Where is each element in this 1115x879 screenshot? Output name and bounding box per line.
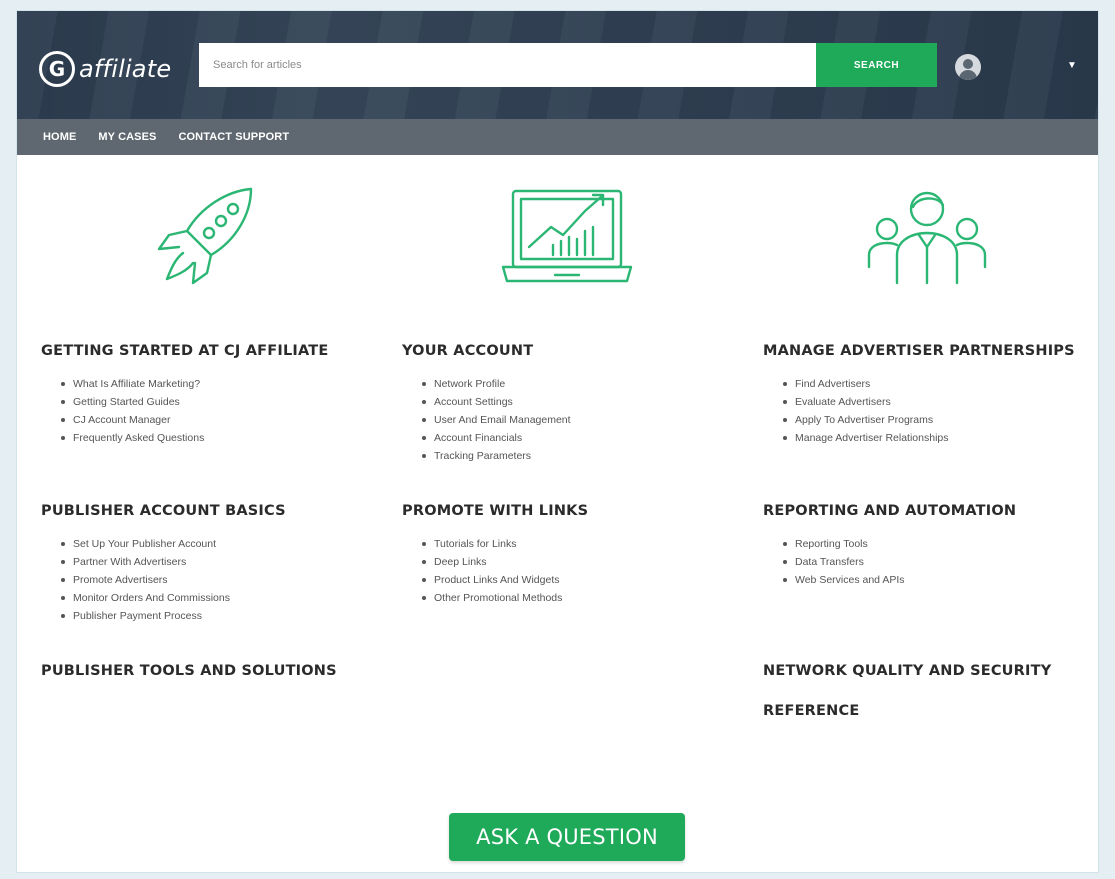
list-item: Getting Started Guides xyxy=(61,393,381,411)
article-link[interactable]: Find Advertisers xyxy=(795,378,870,390)
section-title[interactable]: PUBLISHER ACCOUNT BASICS xyxy=(41,503,381,519)
list-item: Monitor Orders And Commissions xyxy=(61,589,381,607)
list-item: Set Up Your Publisher Account xyxy=(61,535,381,553)
section-title[interactable]: GETTING STARTED AT CJ AFFILIATE xyxy=(41,343,381,359)
article-link[interactable]: Evaluate Advertisers xyxy=(795,396,891,408)
logo-text: affiliate xyxy=(79,55,172,83)
section-reference: REFERENCE xyxy=(763,703,1098,719)
article-link[interactable]: Set Up Your Publisher Account xyxy=(73,538,216,550)
section-title[interactable]: PROMOTE WITH LINKS xyxy=(402,503,742,519)
list-item: Tracking Parameters xyxy=(422,447,742,465)
list-item: Reporting Tools xyxy=(783,535,1098,553)
article-link[interactable]: What Is Affiliate Marketing? xyxy=(73,378,200,390)
article-link[interactable]: Apply To Advertiser Programs xyxy=(795,414,933,426)
section-title[interactable]: MANAGE ADVERTISER PARTNERSHIPS xyxy=(763,343,1098,359)
list-item: Data Transfers xyxy=(783,553,1098,571)
article-link[interactable]: Promote Advertisers xyxy=(73,574,168,586)
article-link[interactable]: Network Profile xyxy=(434,378,505,390)
article-link[interactable]: Getting Started Guides xyxy=(73,396,180,408)
article-link[interactable]: Partner With Advertisers xyxy=(73,556,186,568)
list-item: Product Links And Widgets xyxy=(422,571,742,589)
section-network-quality: NETWORK QUALITY AND SECURITY xyxy=(763,663,1098,679)
list-item: What Is Affiliate Marketing? xyxy=(61,375,381,393)
article-link[interactable]: Reporting Tools xyxy=(795,538,868,550)
list-item: Deep Links xyxy=(422,553,742,571)
search-bar: SEARCH xyxy=(199,43,937,87)
list-item: User And Email Management xyxy=(422,411,742,429)
nav-item-my-cases[interactable]: MY CASES xyxy=(98,131,156,143)
section-getting-started: GETTING STARTED AT CJ AFFILIATE What Is … xyxy=(41,343,381,447)
chevron-down-icon[interactable]: ▼ xyxy=(1067,60,1077,71)
list-item: Apply To Advertiser Programs xyxy=(783,411,1098,429)
user-avatar-icon[interactable] xyxy=(955,54,981,80)
article-link[interactable]: Frequently Asked Questions xyxy=(73,432,204,444)
article-link[interactable]: Tracking Parameters xyxy=(434,450,531,462)
article-link[interactable]: Web Services and APIs xyxy=(795,574,905,586)
section-manage-advertiser-partnerships: MANAGE ADVERTISER PARTNERSHIPS Find Adve… xyxy=(763,343,1098,447)
article-link[interactable]: User And Email Management xyxy=(434,414,571,426)
main-nav: HOME MY CASES CONTACT SUPPORT xyxy=(17,119,1098,155)
list-item: Network Profile xyxy=(422,375,742,393)
logo[interactable]: G affiliate xyxy=(39,49,171,89)
page-frame: G affiliate SEARCH ▼ HOME MY CASES CONTA… xyxy=(16,10,1099,873)
people-icon xyxy=(865,183,989,287)
list-item: Tutorials for Links xyxy=(422,535,742,553)
section-promote-with-links: PROMOTE WITH LINKS Tutorials for Links D… xyxy=(402,503,742,607)
article-link[interactable]: Account Settings xyxy=(434,396,513,408)
link-list: Network Profile Account Settings User An… xyxy=(402,375,742,465)
list-item: Frequently Asked Questions xyxy=(61,429,381,447)
article-link[interactable]: Manage Advertiser Relationships xyxy=(795,432,949,444)
section-title[interactable]: PUBLISHER TOOLS AND SOLUTIONS xyxy=(41,663,381,679)
link-list: What Is Affiliate Marketing? Getting Sta… xyxy=(41,375,381,447)
list-item: Account Financials xyxy=(422,429,742,447)
list-item: Other Promotional Methods xyxy=(422,589,742,607)
nav-item-contact-support[interactable]: CONTACT SUPPORT xyxy=(178,131,289,143)
rocket-icon xyxy=(153,183,263,288)
list-item: Evaluate Advertisers xyxy=(783,393,1098,411)
article-link[interactable]: Publisher Payment Process xyxy=(73,610,202,622)
list-item: Manage Advertiser Relationships xyxy=(783,429,1098,447)
list-item: Web Services and APIs xyxy=(783,571,1098,589)
header: G affiliate SEARCH ▼ xyxy=(17,11,1098,119)
section-publisher-tools: PUBLISHER TOOLS AND SOLUTIONS xyxy=(41,663,381,679)
section-your-account: YOUR ACCOUNT Network Profile Account Set… xyxy=(402,343,742,465)
article-link[interactable]: Data Transfers xyxy=(795,556,864,568)
link-list: Tutorials for Links Deep Links Product L… xyxy=(402,535,742,607)
article-link[interactable]: Monitor Orders And Commissions xyxy=(73,592,230,604)
article-link[interactable]: Account Financials xyxy=(434,432,522,444)
list-item: Publisher Payment Process xyxy=(61,607,381,625)
search-button[interactable]: SEARCH xyxy=(816,43,937,87)
article-link[interactable]: Product Links And Widgets xyxy=(434,574,559,586)
section-title[interactable]: YOUR ACCOUNT xyxy=(402,343,742,359)
list-item: Find Advertisers xyxy=(783,375,1098,393)
search-input[interactable] xyxy=(199,43,816,87)
section-publisher-account-basics: PUBLISHER ACCOUNT BASICS Set Up Your Pub… xyxy=(41,503,381,625)
nav-item-home[interactable]: HOME xyxy=(43,131,76,143)
section-title[interactable]: NETWORK QUALITY AND SECURITY xyxy=(763,663,1098,679)
logo-mark-icon: G xyxy=(39,51,75,87)
list-item: CJ Account Manager xyxy=(61,411,381,429)
section-reporting-and-automation: REPORTING AND AUTOMATION Reporting Tools… xyxy=(763,503,1098,589)
link-list: Find Advertisers Evaluate Advertisers Ap… xyxy=(763,375,1098,447)
link-list: Reporting Tools Data Transfers Web Servi… xyxy=(763,535,1098,589)
list-item: Partner With Advertisers xyxy=(61,553,381,571)
ask-question-button[interactable]: ASK A QUESTION xyxy=(449,813,685,861)
section-title[interactable]: REPORTING AND AUTOMATION xyxy=(763,503,1098,519)
article-link[interactable]: Deep Links xyxy=(434,556,487,568)
article-link[interactable]: Tutorials for Links xyxy=(434,538,516,550)
article-link[interactable]: CJ Account Manager xyxy=(73,414,170,426)
link-list: Set Up Your Publisher Account Partner Wi… xyxy=(41,535,381,625)
list-item: Account Settings xyxy=(422,393,742,411)
list-item: Promote Advertisers xyxy=(61,571,381,589)
laptop-chart-icon xyxy=(501,183,633,287)
section-title[interactable]: REFERENCE xyxy=(763,703,1098,719)
article-link[interactable]: Other Promotional Methods xyxy=(434,592,562,604)
